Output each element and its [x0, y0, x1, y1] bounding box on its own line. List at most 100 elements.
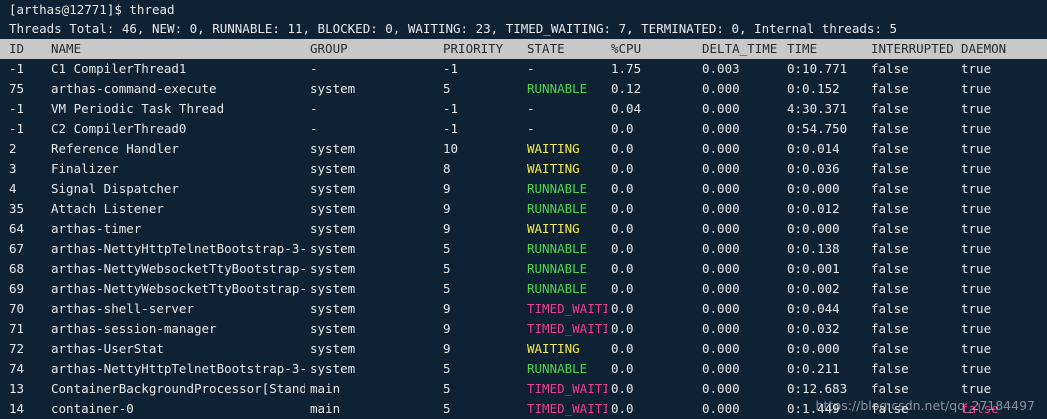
cell-id: 68 — [9, 261, 25, 276]
cell-state: RUNNABLE — [527, 261, 588, 276]
column-header-name: NAME — [51, 41, 82, 56]
table-row: 70 arthas-shell-server system 9 TIMED_WAITI 0… — [0, 299, 1047, 319]
cell-interrupted: false — [871, 101, 909, 116]
cell-interrupted: false — [871, 61, 909, 76]
cell-time: 0:0.152 — [787, 81, 840, 96]
cell-delta-time: 0.000 — [702, 141, 740, 156]
cell-time: 0:0.044 — [787, 301, 840, 316]
cell-priority: 5 — [443, 241, 451, 256]
cell-group: system — [310, 181, 356, 196]
cell-name: arthas-NettyWebsocketTtyBootstrap-4- — [51, 261, 305, 276]
cell-id: 3 — [9, 161, 17, 176]
table-row: 64 arthas-timer system 9 WAITING 0.0 0.000 0:0.… — [0, 219, 1047, 239]
cell-state: WAITING — [527, 341, 580, 356]
cell-name: Signal Dispatcher — [51, 181, 179, 196]
cell-group: main — [310, 401, 341, 416]
table-row: 72 arthas-UserStat system 9 WAITING 0.0 0.000 0… — [0, 339, 1047, 359]
cell-id: 35 — [9, 201, 25, 216]
cell-daemon: true — [961, 381, 992, 396]
cell-id: 72 — [9, 341, 25, 356]
cell-cpu: 0.0 — [611, 261, 634, 276]
cell-daemon: true — [961, 101, 992, 116]
cell-time: 0:0.012 — [787, 201, 840, 216]
cell-daemon: true — [961, 361, 992, 376]
cell-interrupted: false — [871, 161, 909, 176]
cell-cpu: 0.0 — [611, 381, 634, 396]
cell-group: system — [310, 81, 356, 96]
cell-cpu: 0.0 — [611, 301, 634, 316]
cell-interrupted: false — [871, 301, 909, 316]
cell-priority: 5 — [443, 381, 451, 396]
cell-name: Finalizer — [51, 161, 119, 176]
cell-name: arthas-shell-server — [51, 301, 194, 316]
cell-group: system — [310, 301, 356, 316]
cell-cpu: 0.0 — [611, 341, 634, 356]
column-header-time: TIME — [787, 41, 818, 56]
cell-delta-time: 0.000 — [702, 161, 740, 176]
cell-delta-time: 0.000 — [702, 201, 740, 216]
cell-delta-time: 0.000 — [702, 341, 740, 356]
cell-group: system — [310, 141, 356, 156]
cell-interrupted: false — [871, 261, 909, 276]
table-row: -1 VM Periodic Task Thread - -1 - 0.04 0.000 4:… — [0, 99, 1047, 119]
watermark: https://blog.csdn.net/qq_27184497 — [815, 398, 1035, 413]
cell-cpu: 0.0 — [611, 141, 634, 156]
cell-state: RUNNABLE — [527, 281, 588, 296]
cell-id: 13 — [9, 381, 25, 396]
cell-daemon: true — [961, 301, 992, 316]
cell-delta-time: 0.000 — [702, 281, 740, 296]
cell-id: 14 — [9, 401, 25, 416]
cell-priority: 5 — [443, 401, 451, 416]
cell-delta-time: 0.000 — [702, 121, 740, 136]
cell-time: 0:0.138 — [787, 241, 840, 256]
cell-priority: 8 — [443, 161, 451, 176]
cell-cpu: 0.0 — [611, 121, 634, 136]
cell-state: WAITING — [527, 221, 580, 236]
column-header-state: STATE — [527, 41, 565, 56]
cell-id: 4 — [9, 181, 17, 196]
cell-interrupted: false — [871, 121, 909, 136]
cell-daemon: true — [961, 121, 992, 136]
cell-interrupted: false — [871, 201, 909, 216]
cell-name: arthas-command-execute — [51, 81, 217, 96]
cell-interrupted: false — [871, 341, 909, 356]
cell-cpu: 0.0 — [611, 281, 634, 296]
cell-interrupted: false — [871, 241, 909, 256]
cell-group: system — [310, 221, 356, 236]
cell-cpu: 0.0 — [611, 221, 634, 236]
column-header-cpu: %CPU — [611, 41, 642, 56]
cell-id: 64 — [9, 221, 25, 236]
cell-name: C1 CompilerThread1 — [51, 61, 187, 76]
table-row: 74 arthas-NettyHttpTelnetBootstrap-3-2 sys… — [0, 359, 1047, 379]
cell-daemon: true — [961, 81, 992, 96]
cell-id: 74 — [9, 361, 25, 376]
cell-time: 0:0.036 — [787, 161, 840, 176]
cell-state: RUNNABLE — [527, 361, 588, 376]
cell-state: - — [527, 61, 535, 76]
table-row: 69 arthas-NettyWebsocketTtyBootstrap-4- sy… — [0, 279, 1047, 299]
cell-time: 0:0.211 — [787, 361, 840, 376]
cell-group: - — [310, 101, 318, 116]
cell-cpu: 0.04 — [611, 101, 642, 116]
terminal-window[interactable]: [arthas@12771]$ thread Threads Total: 46… — [0, 0, 1047, 419]
cell-interrupted: false — [871, 81, 909, 96]
cell-priority: 9 — [443, 341, 451, 356]
cell-daemon: true — [961, 281, 992, 296]
cell-time: 0:0.000 — [787, 341, 840, 356]
cell-name: arthas-session-manager — [51, 321, 217, 336]
cell-cpu: 0.0 — [611, 321, 634, 336]
cell-priority: 9 — [443, 221, 451, 236]
cell-group: system — [310, 361, 356, 376]
cell-state: RUNNABLE — [527, 81, 588, 96]
cell-time: 4:30.371 — [787, 101, 848, 116]
cell-priority: -1 — [443, 121, 459, 136]
cell-id: -1 — [9, 121, 25, 136]
cell-delta-time: 0.000 — [702, 401, 740, 416]
cell-priority: 9 — [443, 201, 451, 216]
cell-cpu: 0.0 — [611, 181, 634, 196]
cell-interrupted: false — [871, 141, 909, 156]
cell-delta-time: 0.000 — [702, 381, 740, 396]
cell-time: 0:0.032 — [787, 321, 840, 336]
table-row: 3 Finalizer system 8 WAITING 0.0 0.000 0:0.036 f… — [0, 159, 1047, 179]
cell-delta-time: 0.000 — [702, 321, 740, 336]
